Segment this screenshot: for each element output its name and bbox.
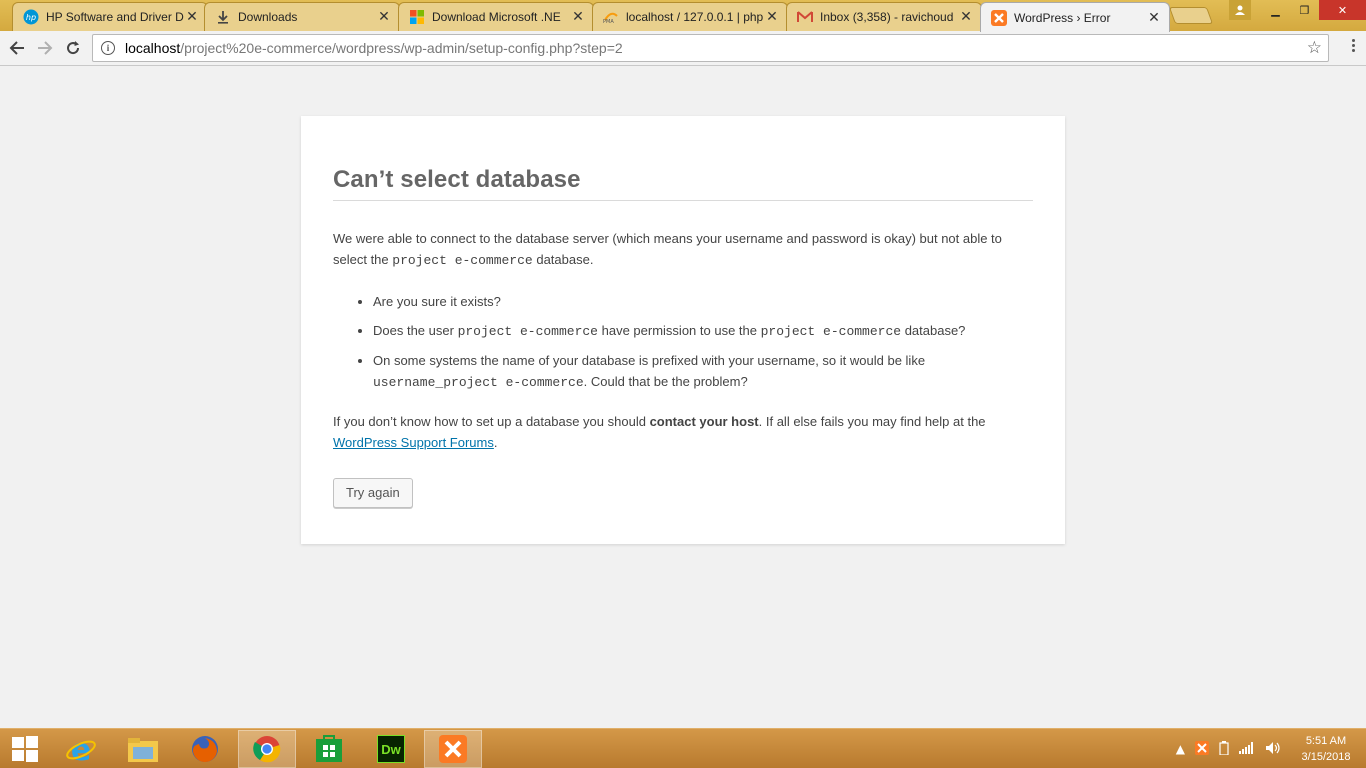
tab-title: HP Software and Driver D bbox=[46, 10, 184, 24]
download-icon bbox=[215, 9, 231, 25]
list-item-text: . Could that be the problem? bbox=[583, 374, 748, 389]
list-item-text: database? bbox=[904, 323, 966, 338]
windows-taskbar: e Dw ▲ 5:51 AM 3/15/2018 bbox=[0, 728, 1366, 768]
help-text: If you don’t know how to set up a databa… bbox=[333, 414, 646, 429]
intro-text-end: database. bbox=[536, 252, 594, 267]
gmail-icon bbox=[797, 9, 813, 25]
minimize-button[interactable]: ▁ bbox=[1261, 0, 1290, 20]
help-text-end: . bbox=[493, 435, 498, 450]
show-hidden-icons-icon[interactable]: ▲ bbox=[1176, 742, 1185, 756]
help-text: . If all else fails you may find help at… bbox=[758, 414, 986, 429]
database-name-code: project e-commerce bbox=[760, 324, 902, 339]
close-tab-icon[interactable]: ✕ bbox=[571, 9, 585, 25]
tab-title: Inbox (3,358) - ravichoud bbox=[820, 10, 954, 24]
browser-menu-icon[interactable] bbox=[1352, 39, 1356, 54]
close-window-button[interactable]: ✕ bbox=[1319, 0, 1366, 20]
battery-icon[interactable] bbox=[1219, 740, 1229, 758]
tab-title: WordPress › Error bbox=[1014, 10, 1111, 25]
list-item-text: On some systems the name of your databas… bbox=[373, 353, 926, 368]
url-path: /project%20e-commerce/wordpress/wp-admin… bbox=[180, 40, 623, 56]
database-name-code: project e-commerce bbox=[392, 253, 533, 268]
forward-arrow-icon bbox=[38, 41, 53, 55]
close-tab-icon[interactable]: ✕ bbox=[765, 9, 779, 25]
forward-button[interactable] bbox=[32, 35, 58, 61]
tab-wordpress-error[interactable]: WordPress › Error ✕ bbox=[980, 2, 1170, 32]
tab-phpmyadmin[interactable]: PMA localhost / 127.0.0.1 | php ✕ bbox=[592, 2, 788, 31]
restore-button[interactable]: ❐ bbox=[1290, 0, 1319, 20]
reload-button[interactable] bbox=[60, 35, 86, 61]
user-name-code: project e-commerce bbox=[457, 324, 598, 339]
chrome-icon[interactable] bbox=[238, 730, 296, 768]
svg-text:PMA: PMA bbox=[603, 19, 614, 24]
intro-paragraph: We were able to connect to the database … bbox=[333, 228, 1033, 271]
phpmyadmin-icon: PMA bbox=[603, 9, 619, 25]
windows-logo-icon bbox=[12, 736, 38, 762]
support-forums-link[interactable]: WordPress Support Forums bbox=[333, 435, 494, 450]
svg-text:e: e bbox=[71, 734, 91, 764]
url-text: localhost/project%20e-commerce/wordpress… bbox=[125, 40, 623, 56]
prefixed-name-code: username_project e-commerce bbox=[373, 375, 584, 390]
start-button[interactable] bbox=[0, 730, 50, 768]
new-tab-button[interactable] bbox=[1168, 7, 1214, 24]
file-explorer-icon[interactable] bbox=[114, 730, 172, 768]
tab-title: localhost / 127.0.0.1 | php bbox=[626, 10, 764, 24]
xampp-taskbar-icon[interactable] bbox=[424, 730, 482, 768]
clock-date: 3/15/2018 bbox=[1301, 751, 1351, 763]
clock[interactable]: 5:51 AM 3/15/2018 bbox=[1286, 733, 1366, 765]
network-signal-icon[interactable] bbox=[1239, 741, 1255, 757]
tab-title: Download Microsoft .NE bbox=[432, 10, 561, 24]
try-again-button[interactable]: Try again bbox=[333, 478, 413, 508]
profile-icon[interactable] bbox=[1229, 0, 1251, 20]
close-tab-icon[interactable]: ✕ bbox=[377, 9, 391, 25]
browser-toolbar: i localhost/project%20e-commerce/wordpre… bbox=[0, 31, 1366, 66]
tab-hp-software[interactable]: hp HP Software and Driver D ✕ bbox=[12, 2, 208, 31]
page-title: Can’t select database bbox=[333, 166, 1033, 201]
microsoft-icon bbox=[409, 9, 425, 25]
clock-time: 5:51 AM bbox=[1305, 735, 1347, 747]
error-card: Can’t select database We were able to co… bbox=[301, 116, 1065, 544]
list-item-text: have permission to use the bbox=[601, 323, 757, 338]
tab-downloads[interactable]: Downloads ✕ bbox=[204, 2, 400, 31]
hp-icon: hp bbox=[23, 9, 39, 25]
dreamweaver-icon[interactable]: Dw bbox=[362, 730, 420, 768]
list-item: On some systems the name of your databas… bbox=[373, 350, 1033, 393]
browser-tab-strip: hp HP Software and Driver D ✕ Downloads … bbox=[0, 0, 1366, 32]
close-tab-icon[interactable]: ✕ bbox=[1147, 10, 1161, 26]
close-tab-icon[interactable]: ✕ bbox=[185, 9, 199, 25]
reload-icon bbox=[67, 41, 80, 55]
tab-title: Downloads bbox=[238, 10, 298, 24]
store-icon[interactable] bbox=[300, 730, 358, 768]
bookmark-star-icon[interactable]: ☆ bbox=[1307, 38, 1322, 58]
help-paragraph: If you don’t know how to set up a databa… bbox=[333, 411, 1033, 453]
list-item-text: Are you sure it exists? bbox=[373, 294, 501, 309]
back-button[interactable] bbox=[4, 35, 30, 61]
contact-host-text: contact your host bbox=[649, 414, 759, 429]
list-item: Are you sure it exists? bbox=[373, 291, 1033, 312]
dreamweaver-label: Dw bbox=[377, 735, 405, 763]
list-item-text: Does the user bbox=[373, 323, 454, 338]
list-item: Does the user project e-commerce have pe… bbox=[373, 320, 1033, 342]
suggestion-list: Are you sure it exists? Does the user pr… bbox=[333, 291, 1033, 393]
svg-text:hp: hp bbox=[26, 13, 36, 22]
firefox-icon[interactable] bbox=[176, 730, 234, 768]
back-arrow-icon bbox=[9, 41, 24, 55]
site-info-icon[interactable]: i bbox=[101, 41, 115, 55]
xampp-icon bbox=[991, 9, 1007, 26]
internet-explorer-icon[interactable]: e bbox=[52, 730, 110, 768]
xampp-tray-icon[interactable] bbox=[1195, 740, 1209, 758]
system-tray: ▲ 5:51 AM 3/15/2018 bbox=[1171, 729, 1366, 768]
window-controls: ▁ ❐ ✕ bbox=[1229, 0, 1366, 20]
tab-gmail-inbox[interactable]: Inbox (3,358) - ravichoud ✕ bbox=[786, 2, 982, 31]
url-host: localhost bbox=[125, 40, 181, 56]
address-bar[interactable]: i localhost/project%20e-commerce/wordpre… bbox=[92, 34, 1329, 62]
tab-download-microsoft[interactable]: Download Microsoft .NE ✕ bbox=[398, 2, 594, 31]
volume-icon[interactable] bbox=[1265, 741, 1281, 758]
close-tab-icon[interactable]: ✕ bbox=[959, 9, 973, 25]
